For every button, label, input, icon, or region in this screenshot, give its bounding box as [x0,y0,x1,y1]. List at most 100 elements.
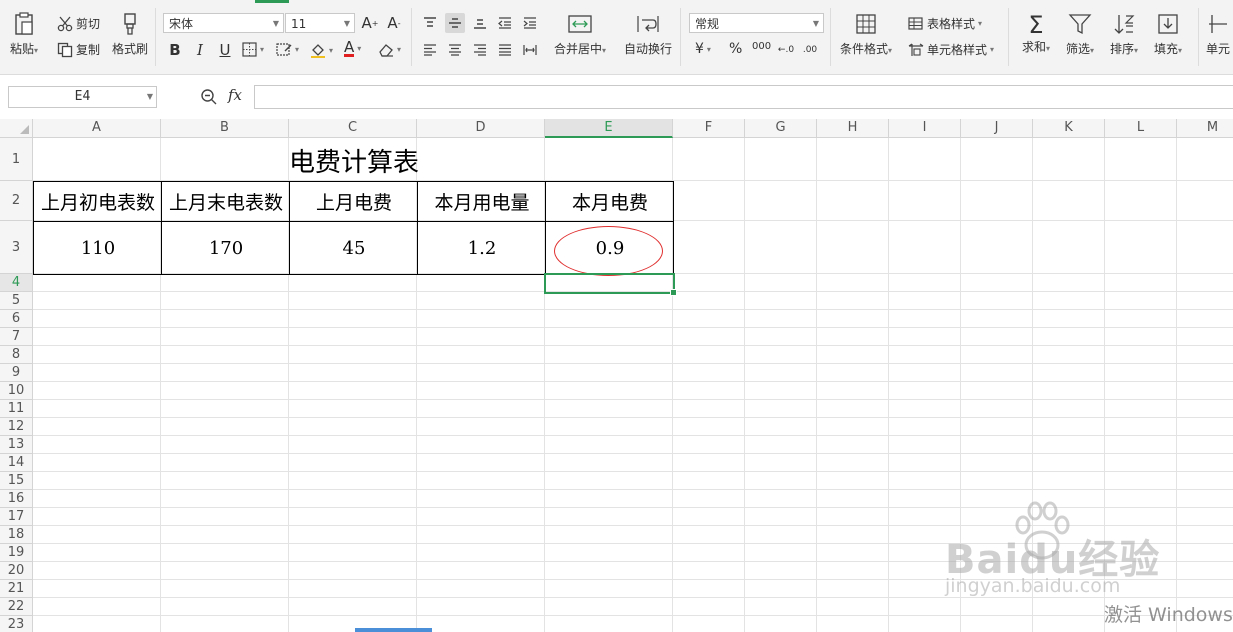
font-name-select[interactable]: 宋体 ▼ [163,13,284,33]
header-cell-b2[interactable]: 上月末电表数 [162,182,290,221]
decrease-decimal-icon[interactable]: .00 [800,40,820,60]
row-header-21[interactable]: 21 [0,580,33,598]
currency-button[interactable]: ¥ ▾ [695,41,711,57]
justify-icon[interactable] [495,40,515,60]
value-cell-d3[interactable]: 1.2 [418,222,546,274]
bold-button[interactable]: B [165,40,185,60]
row-header-8[interactable]: 8 [0,346,33,364]
decrease-font-icon[interactable]: A- [384,13,404,33]
align-bottom-icon[interactable] [470,13,490,33]
column-header-j[interactable]: J [961,119,1033,138]
distributed-icon[interactable] [520,40,540,60]
selected-cell-outline[interactable] [544,273,677,296]
column-header-c[interactable]: C [289,119,417,138]
sheet-scroll-indicator[interactable] [355,628,432,632]
row-header-11[interactable]: 11 [0,400,33,418]
merge-center-label: 合并居中 [554,42,603,56]
value-cell-c3[interactable]: 45 [290,222,418,274]
conditional-format-button[interactable]: 条件格式▾ [840,12,892,57]
sheet-title[interactable]: 电费计算表 [34,139,674,181]
font-size-select[interactable]: 11 ▼ [285,13,355,33]
italic-button[interactable]: I [190,40,210,60]
column-header-a[interactable]: A [33,119,161,138]
column-header-h[interactable]: H [817,119,889,138]
row-header-1[interactable]: 1 [0,138,33,181]
column-header-g[interactable]: G [745,119,817,138]
eraser-icon [379,44,393,57]
table-border [33,221,674,222]
copy-button[interactable]: 复制 [57,41,100,58]
header-cell-e2[interactable]: 本月电费 [546,182,674,221]
formula-input[interactable] [254,85,1233,109]
header-cell-d2[interactable]: 本月用电量 [418,182,546,221]
decrease-indent-icon[interactable] [495,13,515,33]
value-cell-b3[interactable]: 170 [162,222,290,274]
column-header-b[interactable]: B [161,119,289,138]
row-header-14[interactable]: 14 [0,454,33,472]
cut-button[interactable]: 剪切 [57,15,100,32]
row-header-7[interactable]: 7 [0,328,33,346]
format-painter-button[interactable]: 格式刷 [112,12,148,57]
header-cell-a2[interactable]: 上月初电表数 [34,182,162,221]
row-header-18[interactable]: 18 [0,526,33,544]
number-format-select[interactable]: 常规 ▼ [689,13,824,33]
align-middle-icon[interactable] [445,13,465,33]
fx-button[interactable]: fx [228,86,242,104]
underline-button[interactable]: U [215,40,235,60]
fill-color-button[interactable]: ▾ [310,42,333,58]
align-right-icon[interactable] [470,40,490,60]
fill-handle[interactable] [670,289,677,296]
row-header-6[interactable]: 6 [0,310,33,328]
font-color-button[interactable]: A ▾ [344,40,361,57]
percent-button[interactable]: % [729,41,742,57]
row-header-17[interactable]: 17 [0,508,33,526]
increase-decimal-icon[interactable]: ←.0 [776,40,796,60]
border-button[interactable]: ▾ [242,42,264,57]
cell-menu-button[interactable]: 单元 [1206,12,1230,57]
row-header-20[interactable]: 20 [0,562,33,580]
row-header-13[interactable]: 13 [0,436,33,454]
filter-button[interactable]: 筛选▾ [1066,12,1094,57]
sum-button[interactable]: Σ 求和▾ [1022,12,1050,55]
cell-border-style-button[interactable]: ▾ [276,42,299,57]
fill-button[interactable]: 填充▾ [1154,12,1182,57]
increase-font-icon[interactable]: A + [360,13,380,33]
row-header-2[interactable]: 2 [0,181,33,221]
row-header-4[interactable]: 4 [0,274,33,292]
column-header-i[interactable]: I [889,119,961,138]
row-header-23[interactable]: 23 [0,616,33,632]
column-header-k[interactable]: K [1033,119,1105,138]
gridline-horizontal [33,399,1233,400]
thousands-button[interactable]: 000 [752,41,771,52]
row-header-12[interactable]: 12 [0,418,33,436]
increase-indent-icon[interactable] [520,13,540,33]
row-header-3[interactable]: 3 [0,221,33,274]
wrap-text-button[interactable]: 自动换行 [624,12,672,57]
zoom-icon[interactable] [200,88,218,109]
select-all-corner[interactable] [0,119,33,138]
row-header-15[interactable]: 15 [0,472,33,490]
clear-button[interactable]: ▾ [378,42,401,57]
align-top-icon[interactable] [420,13,440,33]
column-header-f[interactable]: F [673,119,745,138]
value-cell-a3[interactable]: 110 [34,222,162,274]
row-header-19[interactable]: 19 [0,544,33,562]
cell-style-button[interactable]: 单元格样式 ▾ [908,41,994,58]
row-header-16[interactable]: 16 [0,490,33,508]
column-header-l[interactable]: L [1105,119,1177,138]
header-cell-c2[interactable]: 上月电费 [290,182,418,221]
column-header-m[interactable]: M [1177,119,1233,138]
align-center-icon[interactable] [445,40,465,60]
table-style-button[interactable]: 表格样式 ▾ [908,15,982,32]
row-header-5[interactable]: 5 [0,292,33,310]
sort-button[interactable]: 排序▾ [1110,12,1138,57]
row-header-10[interactable]: 10 [0,382,33,400]
paste-button[interactable]: 粘贴▾ [10,12,38,57]
column-header-e[interactable]: E [545,119,673,138]
row-header-9[interactable]: 9 [0,364,33,382]
column-header-d[interactable]: D [417,119,545,138]
name-box[interactable]: E4 ▼ [8,86,157,108]
row-header-22[interactable]: 22 [0,598,33,616]
align-left-icon[interactable] [420,40,440,60]
merge-center-button[interactable]: 合并居中▾ [554,12,606,57]
